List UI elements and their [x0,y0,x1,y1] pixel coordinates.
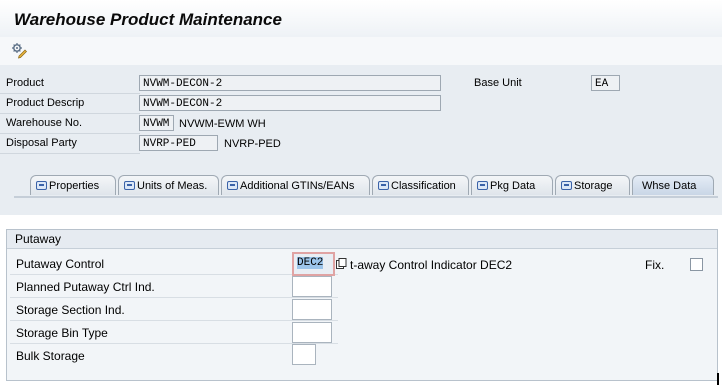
tab-additional-gtins[interactable]: Additional GTINs/EANs [221,175,370,195]
warehouse-label: Warehouse No. [0,114,140,134]
tab-underline [14,196,718,198]
tab-icon [227,181,238,190]
tab-pkg-data[interactable]: Pkg Data [471,175,553,195]
tab-classification[interactable]: Classification [372,175,469,195]
tab-whse-data[interactable]: Whse Data [632,175,714,195]
putaway-control-field[interactable]: DEC2 [292,252,335,276]
fix-label: Fix. [645,258,665,272]
tab-storage[interactable]: Storage [555,175,630,195]
display-change-icon[interactable] [10,41,28,59]
product-label: Product [0,74,140,94]
tab-label: Properties [49,180,100,192]
tab-icon [124,181,135,190]
bulk-storage-label: Bulk Storage [16,349,85,363]
storage-section-field[interactable] [292,299,332,320]
tab-icon [561,181,572,190]
putaway-control-description: t-away Control Indicator DEC2 [350,258,513,272]
toolbar [0,37,722,66]
tab-icon [36,181,47,190]
putaway-group-title: Putaway [7,230,717,249]
storage-bin-type-label: Storage Bin Type [10,322,338,344]
tab-label: Additional GTINs/EANs [240,180,355,192]
tab-properties[interactable]: Properties [30,175,116,195]
putaway-control-label: Putaway Control [10,253,338,275]
disposal-party-field[interactable]: NVRP-PED [139,135,218,151]
tab-icon [477,181,488,190]
storage-section-label: Storage Section Ind. [10,299,338,321]
putaway-control-value: DEC2 [297,257,324,269]
tab-label: Whse Data [642,180,697,192]
tab-label: Units of Meas. [137,180,208,192]
copy-icon[interactable] [336,258,347,269]
tab-strip: Properties Units of Meas. Additional GTI… [14,175,718,197]
warehouse-field[interactable]: NVWM [139,115,174,131]
tab-units-of-meas[interactable]: Units of Meas. [118,175,219,195]
base-unit-label: Base Unit [468,74,592,93]
text-cursor [717,373,719,385]
tab-label: Classification [391,180,456,192]
tab-label: Pkg Data [490,180,536,192]
warehouse-text: NVWM-EWM WH [179,118,266,130]
planned-putaway-label: Planned Putaway Ctrl Ind. [10,276,338,298]
bulk-storage-field[interactable] [292,344,316,365]
planned-putaway-field[interactable] [292,276,332,297]
disposal-party-text: NVRP-PED [224,138,281,150]
product-field[interactable]: NVWM-DECON-2 [139,75,441,91]
tab-icon [378,181,389,190]
fix-checkbox[interactable] [690,258,703,271]
page-title: Warehouse Product Maintenance [14,10,282,29]
tab-label: Storage [574,180,613,192]
storage-bin-type-field[interactable] [292,322,332,343]
disposal-party-label: Disposal Party [0,134,140,154]
base-unit-field[interactable]: EA [591,75,620,91]
product-descrip-label: Product Descrip [0,94,140,114]
product-descrip-field[interactable]: NVWM-DECON-2 [139,95,441,111]
